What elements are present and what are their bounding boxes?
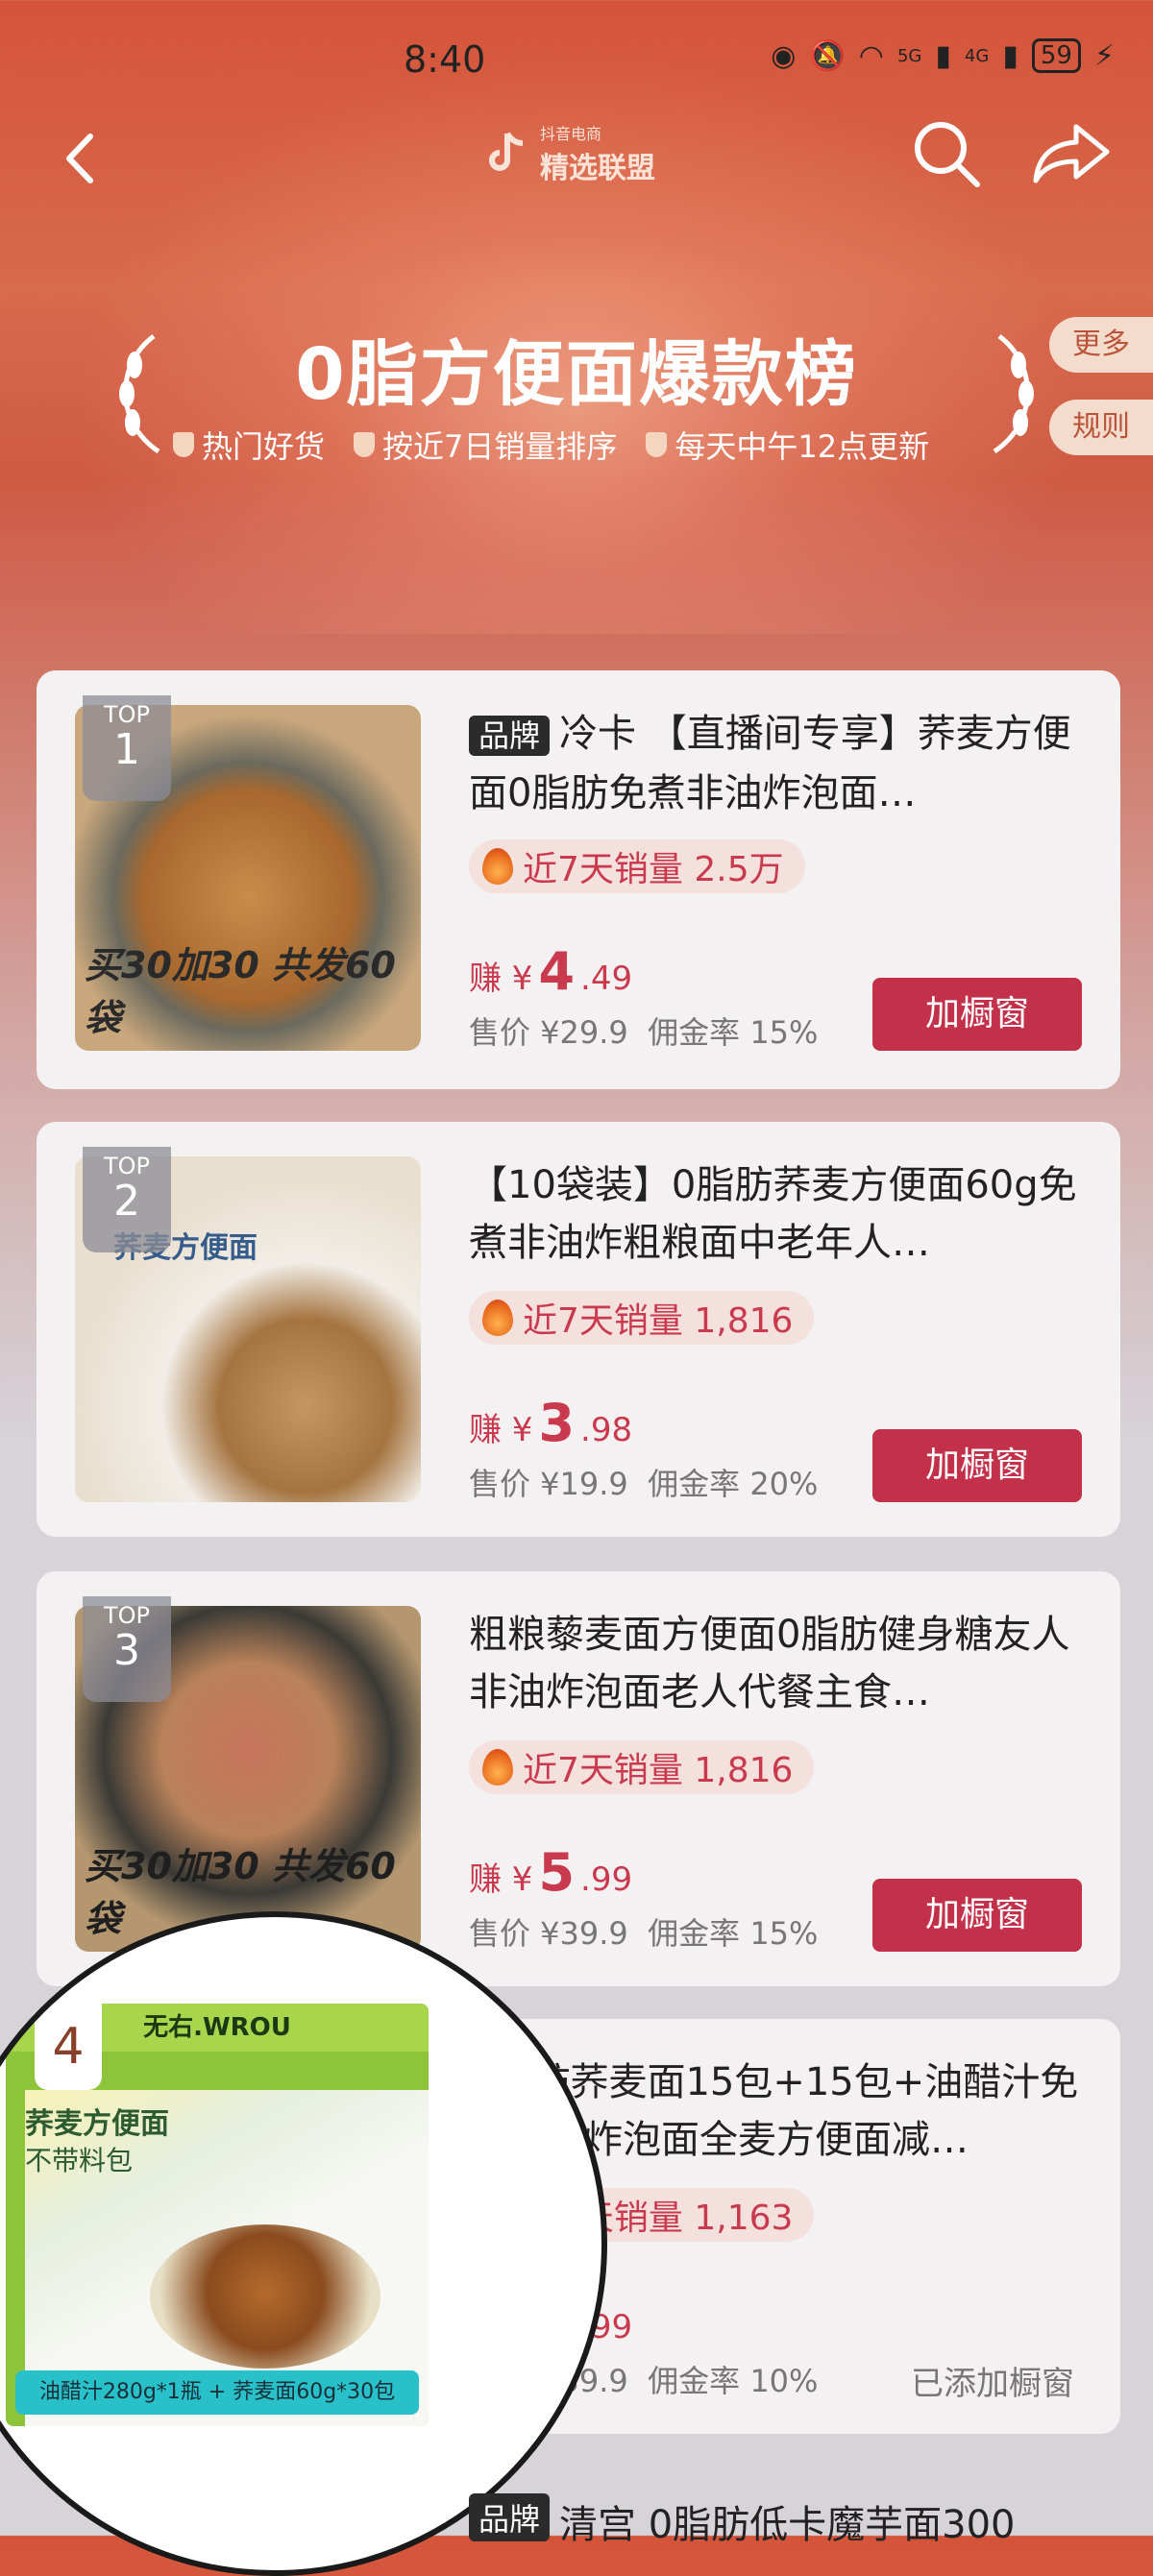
share-button[interactable]: [1028, 115, 1115, 192]
earn-integer: 5: [538, 1842, 576, 1903]
status-icons: ◉ 🔕 ◠ 5G ▮ 4G ▮ 59 ⚡: [771, 38, 1115, 73]
sales-badge: 近7天销量 2.5万: [469, 839, 805, 893]
thumb-footer: 油醋汁280g*1瓶 + 荞麦面60g*30包: [15, 2370, 419, 2415]
earnings: 赚 ¥ 3 .98: [469, 1393, 632, 1453]
feature-label: 按近7日销量排序: [382, 428, 618, 465]
sales-text: 近7天销量 1,816: [523, 1301, 794, 1341]
thumb-line-2: 不带料包: [25, 2145, 134, 2176]
price: 售价 ¥19.9: [469, 1466, 628, 1502]
brand-small-text: 抖音电商: [540, 125, 602, 143]
feature-item: 按近7日销量排序: [354, 423, 617, 467]
rank-top-label: TOP: [103, 1602, 151, 1629]
rank-badge: 4: [35, 2004, 102, 2090]
rank-number: 1: [113, 725, 140, 774]
status-bar: 8:40 ◉ 🔕 ◠ 5G ▮ 4G ▮ 59 ⚡: [0, 38, 1153, 96]
wifi-icon: ◠: [858, 38, 884, 73]
earn-prefix: 赚 ¥: [469, 1411, 533, 1449]
earnings: 赚 ¥ 4 .49: [469, 941, 632, 1002]
sales-badge: 近7天销量 1,816: [469, 1291, 815, 1345]
charging-icon: ⚡: [1093, 38, 1115, 73]
add-to-showcase-button[interactable]: 加橱窗: [872, 978, 1082, 1051]
price: 售价 ¥29.9: [469, 1014, 628, 1051]
eye-icon: ◉: [771, 38, 797, 73]
commission-rate: 佣金率 10%: [648, 2363, 819, 2399]
network-5g: 5G: [896, 45, 922, 66]
signal-icon: ▮: [935, 38, 951, 73]
back-button[interactable]: [48, 125, 115, 192]
brand-tag: 品牌: [469, 716, 551, 756]
flame-icon: [482, 848, 513, 885]
shield-icon: [173, 432, 194, 457]
rank-number: 3: [113, 1626, 140, 1675]
sales-badge: 近7天销量 1,816: [469, 1740, 815, 1794]
earn-prefix: 赚 ¥: [469, 960, 533, 998]
commission-rate: 佣金率 15%: [648, 1014, 819, 1051]
rank-badge: TOP 2: [83, 1147, 171, 1252]
shield-icon: [646, 432, 668, 457]
product-card[interactable]: 买30加30 共发60袋 TOP 1 品牌 冷卡 【直播间专享】荞麦方便面0脂肪免…: [37, 670, 1120, 1089]
mute-icon: 🔕: [809, 38, 846, 73]
flame-icon: [482, 1749, 513, 1786]
rank-number: 2: [113, 1177, 140, 1226]
noodle-bowl: [150, 2224, 380, 2369]
feature-item: 热门好货: [173, 423, 325, 467]
add-to-showcase-button[interactable]: 加橱窗: [872, 1429, 1082, 1502]
add-to-showcase-button[interactable]: 加橱窗: [872, 1879, 1082, 1952]
status-time: 8:40: [404, 38, 486, 81]
commission-rate: 佣金率 20%: [648, 1466, 819, 1502]
top-navigation: 抖音电商 精选联盟: [0, 115, 1153, 202]
brand-main-text: 精选联盟: [540, 152, 655, 185]
rules-button[interactable]: 规则: [1049, 400, 1153, 455]
price-line: 售价 ¥29.9 佣金率 15%: [469, 1009, 818, 1053]
rank-badge: TOP 1: [83, 695, 171, 801]
product-title-text: 冷卡 【直播间专享】荞麦方便面0脂肪免煮非油炸泡面…: [469, 712, 1071, 815]
product-title[interactable]: 品牌 冷卡 【直播间专享】荞麦方便面0脂肪免煮非油炸泡面…: [469, 705, 1093, 820]
sales-text: 近7天销量 2.5万: [523, 850, 784, 889]
ranking-features: 热门好货 按近7日销量排序 每天中午12点更新: [173, 423, 929, 467]
feature-label: 热门好货: [202, 428, 326, 465]
product-title[interactable]: 粗粮藜麦面方便面0脂肪健身糖友人非油炸泡面老人代餐主食…: [469, 1606, 1093, 1721]
earn-decimal: .98: [580, 1411, 633, 1449]
magnifier-overlay: 无右.WROU 荞麦方便面 不带料包 油醋汁280g*1瓶 + 荞麦面60g*3…: [0, 1911, 607, 2576]
earn-prefix: 赚 ¥: [469, 1860, 533, 1899]
search-button[interactable]: [908, 115, 985, 192]
product-card[interactable]: 荞麦方便面 TOP 2 【10袋装】0脂肪荞麦方便面60g免煮非油炸粗粮面中老年…: [37, 1122, 1120, 1537]
price-line: 售价 ¥39.9 佣金率 15%: [469, 1909, 818, 1954]
signal-icon-2: ▮: [1002, 38, 1018, 73]
more-button[interactable]: 更多: [1049, 317, 1153, 373]
rank-top-label: TOP: [103, 1153, 151, 1179]
earn-decimal: .49: [580, 960, 633, 998]
earn-decimal: .99: [580, 1860, 633, 1899]
sales-text: 近7天销量 1,816: [523, 1751, 794, 1790]
brand-tag: 品牌: [469, 2493, 551, 2541]
rank-badge: TOP 3: [83, 1596, 171, 1702]
earn-integer: 3: [538, 1393, 576, 1453]
thumb-caption: 买30加30 共发60袋: [85, 944, 396, 1039]
thumb-line-1: 荞麦方便面: [25, 2107, 169, 2141]
brand-logo: 抖音电商 精选联盟: [488, 121, 655, 186]
product-title[interactable]: 清宫 0脂肪低卡魔芋面300: [559, 2493, 1016, 2549]
product-title[interactable]: 【10袋装】0脂肪荞麦方便面60g免煮非油炸粗粮面中老年人…: [469, 1156, 1093, 1272]
price-line: 售价 ¥19.9 佣金率 20%: [469, 1460, 818, 1504]
price: 售价 ¥39.9: [469, 1915, 628, 1952]
douyin-logo-icon: [489, 132, 524, 171]
battery-level: 59: [1031, 38, 1081, 73]
rank-top-label: TOP: [103, 701, 151, 728]
feature-label: 每天中午12点更新: [675, 428, 930, 465]
ranking-title: 0脂方便面爆款榜: [295, 333, 858, 416]
added-to-showcase-label: 已添加橱窗: [911, 2365, 1074, 2403]
shield-icon: [354, 432, 376, 457]
flame-icon: [482, 1300, 513, 1336]
feature-item: 每天中午12点更新: [646, 423, 929, 467]
commission-rate: 佣金率 15%: [648, 1915, 819, 1952]
earn-integer: 4: [538, 941, 576, 1002]
network-4g: 4G: [964, 45, 990, 66]
earnings: 赚 ¥ 5 .99: [469, 1842, 632, 1903]
